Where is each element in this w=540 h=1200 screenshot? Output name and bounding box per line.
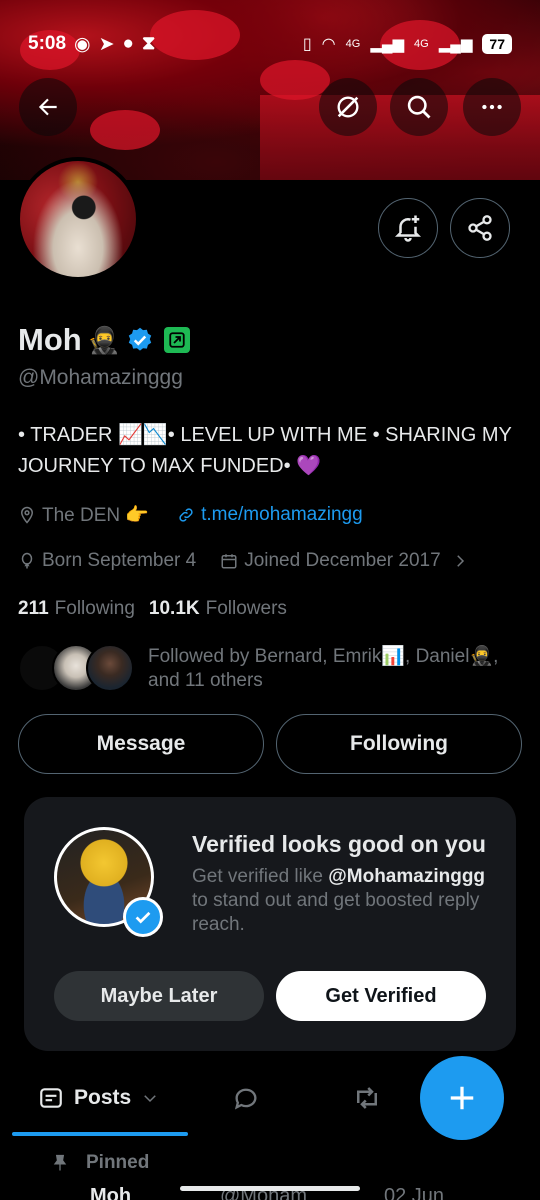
signal-icon: ▂▄▆ bbox=[438, 36, 473, 53]
chevron-down-icon bbox=[144, 1095, 156, 1103]
profile-location: The DEN 👉 bbox=[42, 505, 150, 526]
replies-icon bbox=[234, 1088, 257, 1110]
followers-count-link[interactable]: 10.1K Followers bbox=[149, 598, 287, 620]
more-icon bbox=[482, 104, 502, 110]
followers-count: 10.1K bbox=[148, 598, 200, 619]
back-arrow-icon bbox=[38, 98, 57, 116]
profile-name: Moh bbox=[18, 322, 82, 357]
signal-icon: ▂▄▆ bbox=[370, 36, 405, 53]
peek-author: Moh bbox=[90, 1186, 132, 1200]
tab-posts-label: Posts bbox=[74, 1086, 132, 1109]
search-button[interactable] bbox=[390, 78, 448, 136]
pinned-header: Pinned bbox=[50, 1152, 149, 1174]
chevron-right-icon bbox=[456, 555, 464, 567]
promo-text: Get verified like @Mohamazinggg to stand… bbox=[192, 865, 492, 937]
search-icon bbox=[407, 95, 431, 119]
telegram-icon: ➤ bbox=[98, 33, 115, 55]
chat-icon: ● bbox=[122, 33, 135, 54]
profile-joined: Joined December 2017 bbox=[244, 550, 441, 571]
following-button[interactable]: Following bbox=[276, 714, 522, 774]
battery-indicator: 77 bbox=[482, 34, 512, 54]
profile-meta-row-1: The DEN 👉 t.me/mohamazingg bbox=[18, 503, 363, 527]
network-label-1: 4G bbox=[345, 38, 361, 50]
followed-by-text[interactable]: Followed by Bernard, Emrik📊, Daniel🥷, an… bbox=[148, 645, 528, 693]
banner-foliage bbox=[260, 60, 330, 100]
profile-meta-row-2[interactable]: Born September 4 Joined December 2017 bbox=[18, 550, 469, 572]
tab-replies[interactable] bbox=[232, 1060, 260, 1136]
location-icon bbox=[20, 506, 34, 524]
wifi-icon: ◠ bbox=[321, 36, 336, 53]
follow-counts: 211 Following 10.1K Followers bbox=[18, 598, 287, 620]
profile-avatar[interactable] bbox=[16, 157, 140, 281]
follower-avatar[interactable] bbox=[86, 644, 134, 692]
link-icon bbox=[179, 508, 193, 522]
whatsapp-icon: ◉ bbox=[74, 33, 91, 55]
reposts-icon bbox=[357, 1087, 377, 1109]
grok-button[interactable] bbox=[319, 78, 377, 136]
status-time: 5:08 bbox=[28, 33, 67, 54]
affiliate-badge-icon[interactable] bbox=[164, 327, 191, 353]
share-button[interactable] bbox=[450, 198, 510, 258]
promo-title: Verified looks good on you bbox=[192, 831, 486, 857]
tab-posts[interactable]: Posts bbox=[38, 1060, 159, 1136]
hourglass-icon: ⧗ bbox=[142, 33, 156, 54]
compose-button[interactable] bbox=[420, 1056, 504, 1140]
notifications-button[interactable] bbox=[378, 198, 438, 258]
verified-promo-card: Verified looks good on you Get verified … bbox=[24, 797, 516, 1051]
back-button[interactable] bbox=[19, 78, 77, 136]
maybe-later-button[interactable]: Maybe Later bbox=[54, 971, 264, 1021]
calendar-icon bbox=[221, 554, 237, 569]
network-label-2: 4G bbox=[414, 38, 429, 50]
following-label: Following bbox=[54, 598, 135, 619]
balloon-icon bbox=[21, 552, 33, 569]
profile-handle: @Mohamazinggg bbox=[18, 366, 183, 389]
promo-handle: @Mohamazinggg bbox=[328, 866, 486, 887]
more-button[interactable] bbox=[463, 78, 521, 136]
peek-date: 02 Jun bbox=[384, 1186, 445, 1200]
active-tab-indicator bbox=[12, 1132, 188, 1136]
message-button[interactable]: Message bbox=[18, 714, 264, 774]
following-count-link[interactable]: 211 Following bbox=[18, 598, 135, 620]
notification-add-icon bbox=[394, 215, 422, 242]
ninja-emoji-icon: 🥷 bbox=[87, 324, 121, 355]
promo-text-before: Get verified like bbox=[192, 866, 323, 887]
verified-badge-icon[interactable] bbox=[126, 326, 154, 354]
share-icon bbox=[468, 215, 492, 241]
plus-icon bbox=[450, 1086, 474, 1110]
tab-reposts[interactable] bbox=[352, 1060, 382, 1136]
home-indicator bbox=[180, 1186, 360, 1191]
pin-icon bbox=[53, 1154, 67, 1171]
grok-icon bbox=[337, 96, 359, 118]
get-verified-button[interactable]: Get Verified bbox=[276, 971, 486, 1021]
profile-bio: • TRADER 📈📉• LEVEL UP WITH ME • SHARING … bbox=[18, 424, 512, 477]
banner-foliage bbox=[90, 110, 160, 150]
pinned-label: Pinned bbox=[86, 1152, 150, 1173]
profile-born: Born September 4 bbox=[42, 550, 197, 571]
following-count: 211 bbox=[18, 598, 49, 619]
followers-label: Followers bbox=[205, 598, 287, 619]
profile-link[interactable]: t.me/mohamazingg bbox=[201, 504, 363, 526]
status-bar: 5:08 ◉ ➤ ● ⧗ ▯ ◠ 4G ▂▄▆ 4G ▂▄▆ 77 bbox=[0, 0, 540, 66]
verified-check-icon bbox=[123, 897, 163, 937]
posts-icon bbox=[40, 1088, 62, 1108]
vibrate-icon: ▯ bbox=[302, 36, 312, 53]
profile-name-row: Moh 🥷 bbox=[18, 322, 191, 358]
promo-text-after: to stand out and get boosted reply reach… bbox=[192, 890, 480, 935]
